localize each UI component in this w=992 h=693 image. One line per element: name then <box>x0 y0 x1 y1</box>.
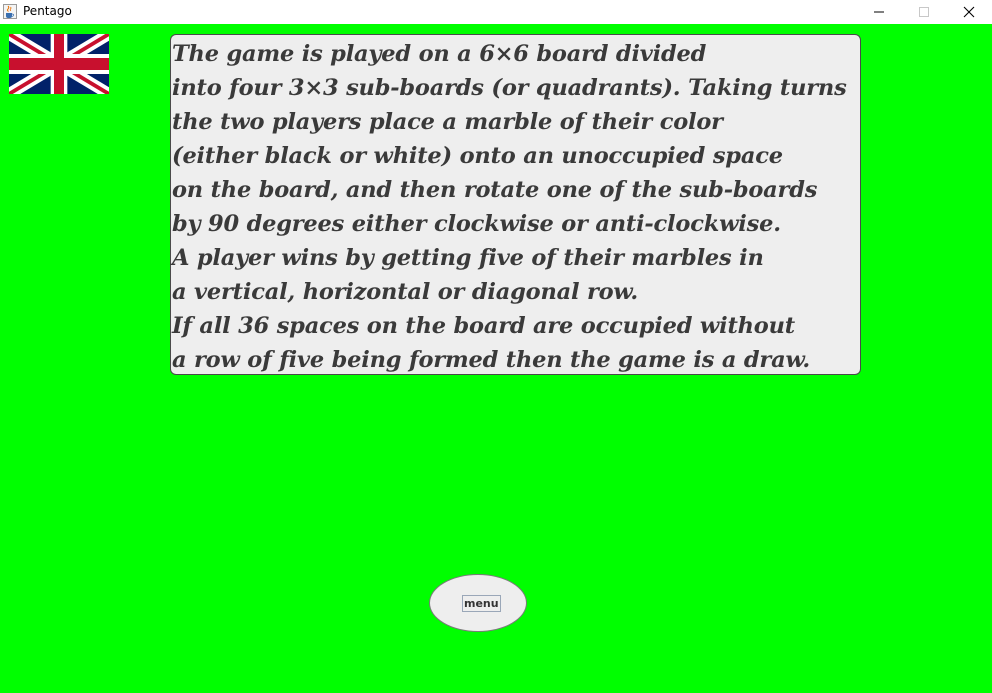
maximize-button[interactable] <box>901 0 947 24</box>
rules-line: a row of five being formed then the game… <box>172 347 810 373</box>
rules-line: the two players place a marble of their … <box>172 109 723 135</box>
rules-text: The game is played on a 6×6 board divide… <box>172 37 892 377</box>
window-title: Pentago <box>23 4 72 18</box>
java-cup-icon <box>3 4 17 19</box>
rules-line: If all 36 spaces on the board are occupi… <box>172 313 795 339</box>
rules-line: The game is played on a 6×6 board divide… <box>172 41 707 67</box>
rules-line: on the board, and then rotate one of the… <box>172 177 818 203</box>
rules-line: a vertical, horizontal or diagonal row. <box>172 279 638 305</box>
rules-line: into four 3×3 sub-boards (or quadrants).… <box>172 75 847 101</box>
menu-button[interactable]: menu <box>429 574 527 632</box>
close-button[interactable] <box>946 0 992 24</box>
minimize-icon <box>874 11 884 13</box>
game-content-area: The game is played on a 6×6 board divide… <box>0 24 992 693</box>
rules-line: A player wins by getting five of their m… <box>172 245 764 271</box>
close-icon <box>963 6 975 18</box>
uk-flag-icon[interactable] <box>9 34 109 94</box>
minimize-button[interactable] <box>856 0 902 24</box>
rules-line: by 90 degrees either clockwise or anti-c… <box>172 211 781 237</box>
title-bar[interactable]: Pentago <box>0 0 992 24</box>
rules-line: (either black or white) onto an unoccupi… <box>172 143 783 169</box>
rules-panel: The game is played on a 6×6 board divide… <box>170 34 861 375</box>
menu-button-label: menu <box>462 595 501 612</box>
maximize-icon <box>919 7 929 17</box>
